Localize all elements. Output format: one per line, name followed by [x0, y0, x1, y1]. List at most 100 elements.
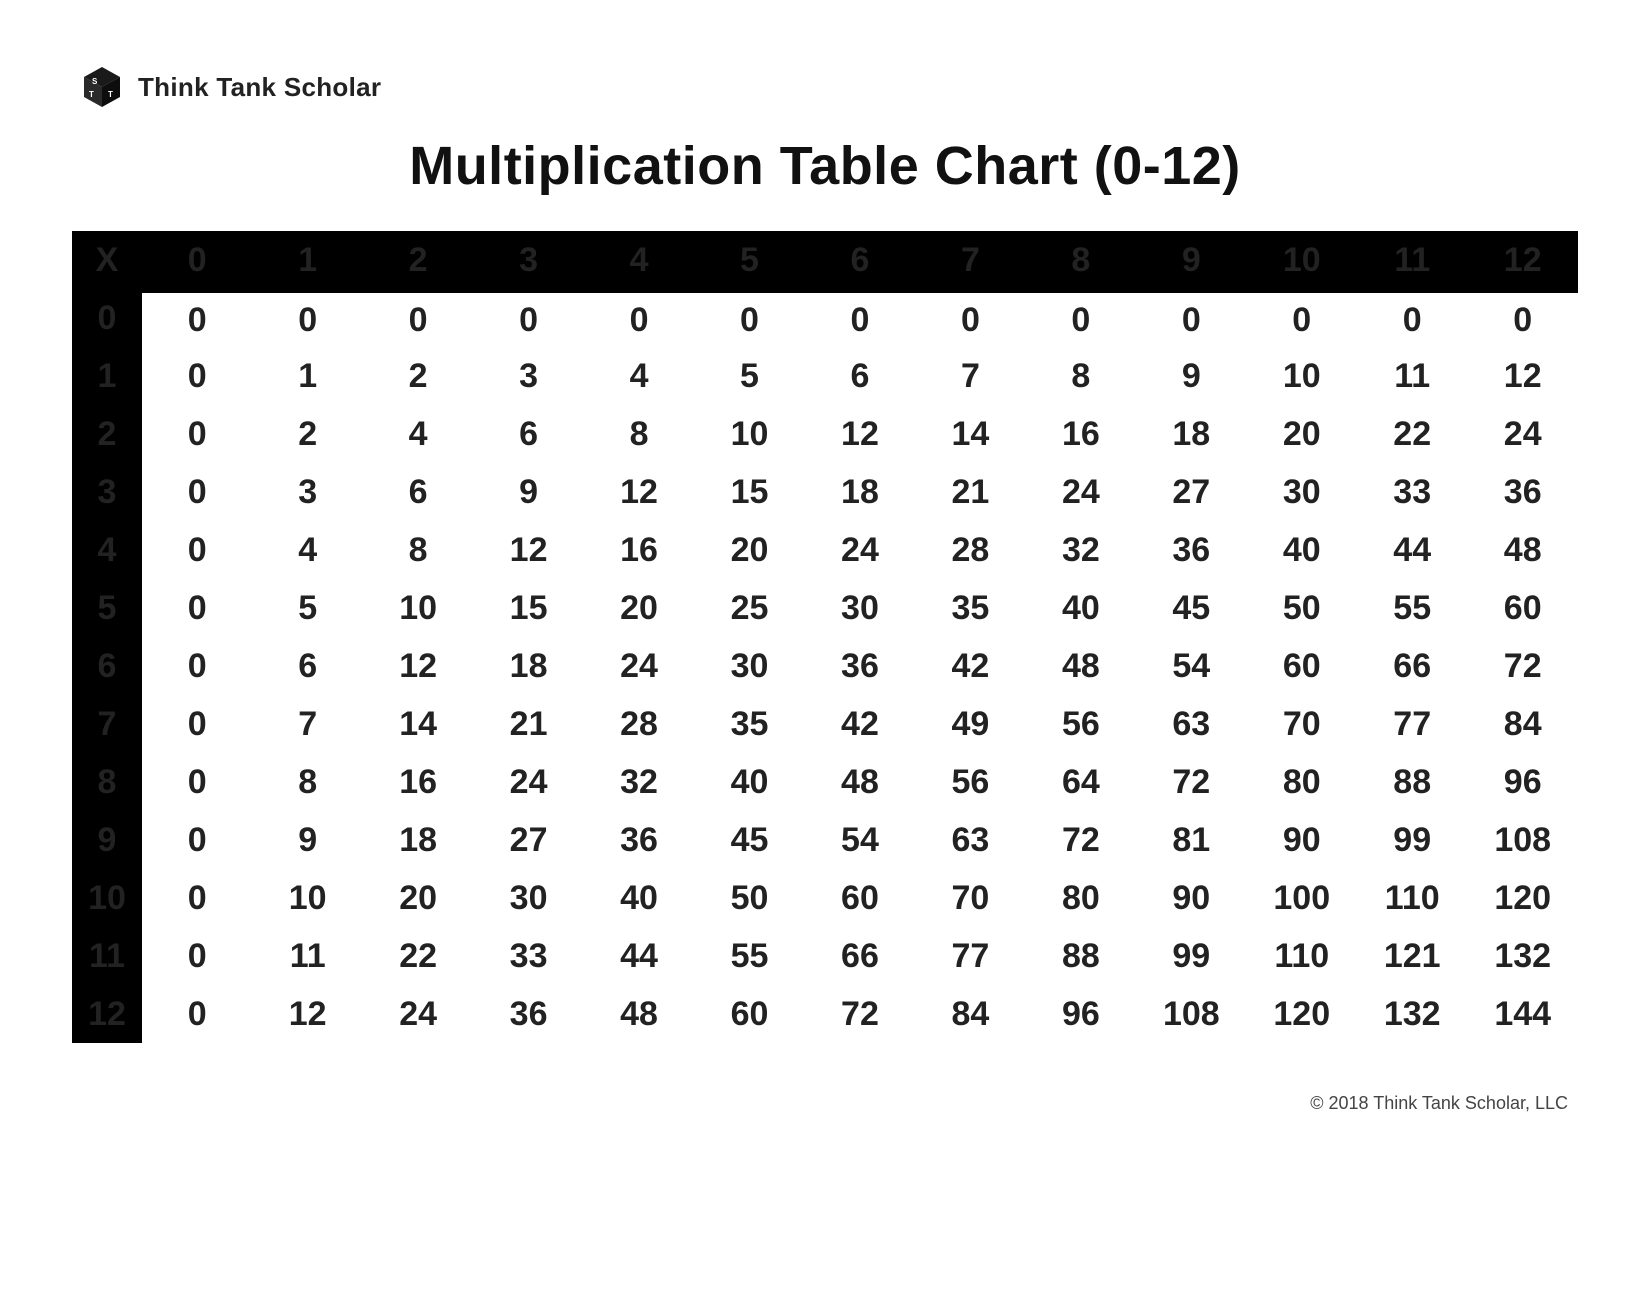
row-header: 2 [72, 405, 142, 463]
table-cell: 3 [473, 347, 583, 405]
table-row: 00000000000000 [72, 289, 1578, 347]
table-cell: 6 [805, 347, 915, 405]
table-cell: 0 [473, 289, 583, 347]
table-cell: 20 [694, 521, 804, 579]
table-cell: 12 [1467, 347, 1578, 405]
table-cell: 32 [1026, 521, 1136, 579]
table-cell: 0 [1467, 289, 1578, 347]
table-cell: 48 [584, 985, 694, 1043]
row-header: 1 [72, 347, 142, 405]
table-cell: 132 [1467, 927, 1578, 985]
table-cell: 2 [252, 405, 362, 463]
table-cell: 66 [1357, 637, 1467, 695]
table-row: 6061218243036424854606672 [72, 637, 1578, 695]
table-cell: 56 [1026, 695, 1136, 753]
table-cell: 81 [1136, 811, 1246, 869]
table-cell: 0 [142, 289, 252, 347]
col-header: 5 [694, 231, 804, 289]
table-cell: 0 [1247, 289, 1357, 347]
col-header: 1 [252, 231, 362, 289]
copyright-text: © 2018 Think Tank Scholar, LLC [72, 1093, 1578, 1114]
svg-text:T: T [108, 90, 113, 99]
table-cell: 6 [252, 637, 362, 695]
table-cell: 36 [1467, 463, 1578, 521]
table-cell: 60 [805, 869, 915, 927]
table-cell: 12 [363, 637, 473, 695]
table-cell: 9 [473, 463, 583, 521]
table-cell: 24 [584, 637, 694, 695]
table-cell: 50 [694, 869, 804, 927]
table-cell: 36 [473, 985, 583, 1043]
table-row: 2024681012141618202224 [72, 405, 1578, 463]
table-cell: 6 [473, 405, 583, 463]
table-cell: 54 [805, 811, 915, 869]
table-cell: 0 [1026, 289, 1136, 347]
table-cell: 14 [363, 695, 473, 753]
table-cell: 40 [1247, 521, 1357, 579]
page-title: Multiplication Table Chart (0-12) [72, 135, 1578, 197]
table-cell: 35 [694, 695, 804, 753]
table-cell: 88 [1357, 753, 1467, 811]
table-cell: 120 [1247, 985, 1357, 1043]
table-cell: 22 [363, 927, 473, 985]
svg-text:S: S [92, 77, 98, 86]
table-cell: 0 [142, 579, 252, 637]
table-cell: 60 [1247, 637, 1357, 695]
table-cell: 12 [584, 463, 694, 521]
table-cell: 0 [805, 289, 915, 347]
table-cell: 96 [1026, 985, 1136, 1043]
table-cell: 33 [473, 927, 583, 985]
table-cell: 0 [142, 695, 252, 753]
table-row: 110112233445566778899110121132 [72, 927, 1578, 985]
table-cell: 132 [1357, 985, 1467, 1043]
multiplication-table: X 0 1 2 3 4 5 6 7 8 9 10 11 12 000000000… [72, 231, 1578, 1043]
table-cell: 72 [805, 985, 915, 1043]
table-cell: 0 [142, 463, 252, 521]
table-cell: 84 [915, 985, 1025, 1043]
table-cell: 120 [1467, 869, 1578, 927]
table-cell: 42 [915, 637, 1025, 695]
brand-header: S T T Think Tank Scholar [80, 65, 1578, 109]
table-cell: 88 [1026, 927, 1136, 985]
table-cell: 0 [142, 753, 252, 811]
table-cell: 30 [473, 869, 583, 927]
table-cell: 16 [1026, 405, 1136, 463]
table-cell: 4 [252, 521, 362, 579]
table-cell: 5 [252, 579, 362, 637]
table-row: 1201224364860728496108120132144 [72, 985, 1578, 1043]
table-cell: 0 [694, 289, 804, 347]
table-cell: 56 [915, 753, 1025, 811]
table-cell: 5 [694, 347, 804, 405]
table-row: 10123456789101112 [72, 347, 1578, 405]
table-cell: 18 [805, 463, 915, 521]
row-header: 9 [72, 811, 142, 869]
table-cell: 24 [363, 985, 473, 1043]
table-cell: 70 [1247, 695, 1357, 753]
table-cell: 14 [915, 405, 1025, 463]
table-cell: 12 [252, 985, 362, 1043]
table-cell: 72 [1467, 637, 1578, 695]
row-header: 3 [72, 463, 142, 521]
table-row: 5051015202530354045505560 [72, 579, 1578, 637]
table-cell: 121 [1357, 927, 1467, 985]
table-cell: 45 [1136, 579, 1246, 637]
table-cell: 20 [584, 579, 694, 637]
table-cell: 40 [694, 753, 804, 811]
row-header: 11 [72, 927, 142, 985]
col-header: 0 [142, 231, 252, 289]
table-cell: 72 [1136, 753, 1246, 811]
table-cell: 100 [1247, 869, 1357, 927]
row-header: 10 [72, 869, 142, 927]
col-header: 6 [805, 231, 915, 289]
row-header: 6 [72, 637, 142, 695]
table-cell: 16 [363, 753, 473, 811]
table-cell: 24 [473, 753, 583, 811]
table-cell: 8 [584, 405, 694, 463]
table-cell: 12 [473, 521, 583, 579]
table-cell: 80 [1247, 753, 1357, 811]
table-cell: 90 [1136, 869, 1246, 927]
col-header: 8 [1026, 231, 1136, 289]
table-cell: 108 [1136, 985, 1246, 1043]
table-cell: 42 [805, 695, 915, 753]
table-cell: 0 [1136, 289, 1246, 347]
